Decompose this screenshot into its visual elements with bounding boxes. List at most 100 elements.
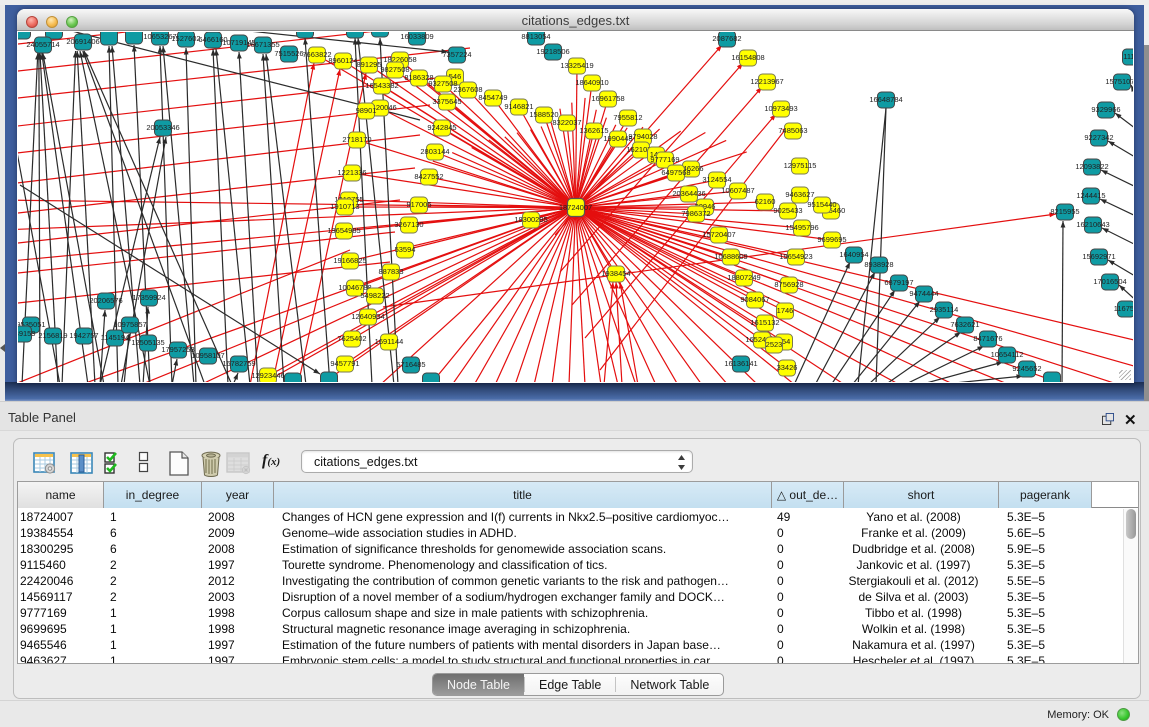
svg-text:16136141: 16136141 (724, 359, 757, 368)
svg-text:15692971: 15692971 (1082, 252, 1115, 261)
svg-text:20364436: 20364436 (672, 189, 705, 198)
svg-text:7357224: 7357224 (442, 50, 471, 59)
svg-text:12213967: 12213967 (750, 77, 783, 86)
svg-text:1244415: 1244415 (1076, 191, 1105, 200)
svg-text:887833: 887833 (378, 267, 403, 276)
svg-text:10973493: 10973493 (764, 104, 797, 113)
svg-text:20691406: 20691406 (66, 37, 99, 46)
svg-text:8322037: 8322037 (552, 118, 581, 127)
svg-text:6879197: 6879197 (884, 278, 913, 287)
svg-text:9463627: 9463627 (785, 190, 814, 199)
svg-text:1145194: 1145194 (101, 333, 130, 342)
svg-text:12923446: 12923446 (251, 371, 284, 380)
svg-text:1615132: 1615132 (750, 318, 779, 327)
svg-text:1640954: 1640954 (839, 250, 868, 259)
svg-text:8938928: 8938928 (864, 260, 893, 269)
svg-text:9025433: 9025433 (773, 206, 802, 215)
svg-text:16154808: 16154808 (731, 53, 764, 62)
svg-text:12505135: 12505135 (131, 338, 164, 347)
svg-text:16543382: 16543382 (365, 81, 398, 90)
svg-text:7485063: 7485063 (778, 126, 807, 135)
svg-text:5716485: 5716485 (396, 360, 425, 369)
svg-text:24055714: 24055714 (26, 40, 59, 49)
svg-text:939159: 939159 (18, 329, 36, 338)
svg-text:7955812: 7955812 (613, 113, 642, 122)
svg-text:18724007: 18724007 (559, 203, 592, 212)
svg-text:12640934: 12640934 (351, 312, 384, 321)
svg-text:1527602: 1527602 (171, 34, 200, 43)
svg-text:9699695: 9699695 (817, 235, 846, 244)
svg-text:18640910: 18640910 (575, 78, 608, 87)
svg-text:9242845: 9242845 (427, 123, 456, 132)
svg-text:3375645: 3375645 (432, 97, 461, 106)
svg-text:17957253: 17957253 (161, 345, 194, 354)
svg-text:8454749: 8454749 (478, 93, 507, 102)
svg-text:2087682: 2087682 (712, 34, 741, 43)
svg-text:15720407: 15720407 (702, 230, 735, 239)
svg-text:12975115: 12975115 (784, 161, 817, 170)
svg-text:9515440: 9515440 (807, 200, 836, 209)
svg-text:10654112: 10654112 (991, 350, 1024, 359)
svg-text:6497568: 6497568 (661, 168, 690, 177)
svg-text:116753: 116753 (1114, 304, 1133, 313)
svg-text:7625402: 7625402 (337, 334, 366, 343)
svg-text:1691144: 1691144 (375, 337, 404, 346)
svg-text:19654923: 19654923 (779, 252, 812, 261)
svg-text:5498222: 5498222 (360, 291, 389, 300)
svg-text:19218506: 19218506 (536, 47, 569, 56)
svg-text:33426: 33426 (777, 363, 798, 372)
svg-text:19654985: 19654985 (327, 226, 360, 235)
svg-text:8215955: 8215955 (1050, 207, 1079, 216)
svg-text:53594: 53594 (395, 245, 416, 254)
svg-text:62160: 62160 (755, 197, 776, 206)
svg-text:9457791: 9457791 (330, 359, 359, 368)
svg-text:9777169: 9777169 (650, 155, 679, 164)
svg-text:98901: 98901 (356, 106, 377, 115)
svg-text:13325419: 13325419 (560, 61, 593, 70)
svg-text:16961758: 16961758 (591, 94, 624, 103)
svg-text:17016504: 17016504 (1093, 277, 1126, 286)
svg-text:3124554: 3124554 (702, 175, 731, 184)
svg-text:16033809: 16033809 (400, 32, 433, 41)
svg-text:2935114: 2935114 (930, 305, 959, 314)
svg-text:8471676: 8471676 (973, 334, 1002, 343)
svg-text:1910713: 1910713 (330, 202, 359, 211)
svg-text:7515526: 7515526 (274, 49, 303, 58)
svg-text:16210643: 16210643 (1076, 220, 1109, 229)
svg-text:1938454: 1938454 (601, 269, 630, 278)
svg-text:8813054: 8813054 (521, 32, 550, 41)
svg-text:9794028: 9794028 (628, 132, 657, 141)
svg-text:9474444: 9474444 (909, 289, 938, 298)
svg-text:20053346: 20053346 (146, 123, 179, 132)
svg-text:16648784: 16648784 (869, 95, 902, 104)
svg-text:2156819: 2156819 (38, 331, 67, 340)
svg-text:16671355: 16671355 (246, 40, 279, 49)
svg-text:1221336: 1221336 (337, 168, 366, 177)
svg-text:9245652: 9245652 (1012, 364, 1041, 373)
svg-text:917005: 917005 (406, 200, 431, 209)
svg-text:7986372: 7986372 (681, 209, 710, 218)
svg-text:10688609: 10688609 (714, 252, 747, 261)
svg-text:1112: 1112 (1123, 52, 1133, 61)
svg-text:20206576: 20206576 (89, 296, 122, 305)
svg-text:1746: 1746 (777, 306, 794, 315)
svg-text:2803144: 2803144 (420, 147, 449, 156)
svg-text:891295: 891295 (356, 60, 381, 69)
svg-text:19166825: 19166825 (333, 256, 366, 265)
svg-text:18807249: 18807249 (727, 273, 760, 282)
svg-text:10975857: 10975857 (113, 320, 146, 329)
svg-text:10607487: 10607487 (721, 186, 754, 195)
svg-text:10958107: 10958107 (191, 351, 224, 360)
svg-text:2523: 2523 (766, 340, 783, 349)
svg-text:9227342: 9227342 (1084, 133, 1113, 142)
svg-text:17359924: 17359924 (132, 293, 165, 302)
svg-text:8756928: 8756928 (774, 280, 803, 289)
svg-text:3267130: 3267130 (394, 220, 423, 229)
svg-text:18300295: 18300295 (514, 215, 547, 224)
svg-text:16782759: 16782759 (222, 359, 255, 368)
svg-text:9329966: 9329966 (1091, 105, 1120, 114)
svg-text:9084067: 9084067 (740, 295, 769, 304)
svg-text:2718170: 2718170 (342, 135, 371, 144)
svg-text:1942757: 1942757 (69, 331, 98, 340)
svg-text:7663822: 7663822 (302, 50, 331, 59)
